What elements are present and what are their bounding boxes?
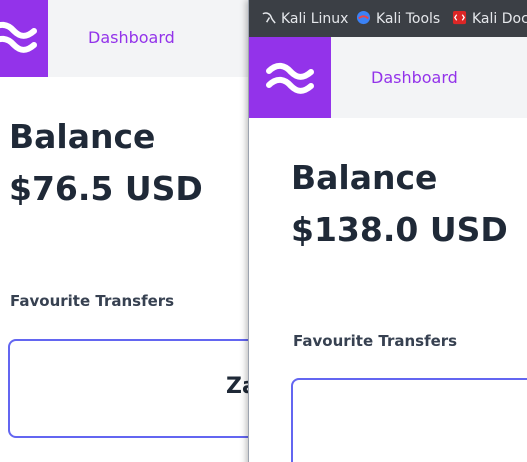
- bookmark-label: Kali Linux: [281, 11, 349, 27]
- kali-dragon-icon: [262, 12, 276, 24]
- favourite-transfer-card[interactable]: Za: [8, 339, 272, 438]
- favourite-transfers-heading: Favourite Transfers: [10, 292, 175, 310]
- nav-dashboard-link[interactable]: Dashboard: [371, 68, 458, 87]
- favourite-transfer-card[interactable]: [291, 378, 527, 462]
- bookmark-kali-tools[interactable]: Kali Tools: [356, 10, 440, 27]
- page-title: Balance: [9, 117, 156, 156]
- bookmark-kali-docs[interactable]: Kali Docs: [452, 10, 527, 27]
- bookmark-label: Kali Tools: [376, 11, 441, 27]
- favourite-transfers-heading: Favourite Transfers: [293, 332, 458, 350]
- bookmark-kali-linux[interactable]: Kali Linux: [261, 10, 348, 27]
- bookmark-label: Kali Docs: [472, 11, 527, 27]
- balance-amount: $138.0 USD: [291, 210, 508, 249]
- page-title: Balance: [291, 158, 438, 197]
- logo-tile[interactable]: [0, 0, 48, 77]
- logo-tile[interactable]: [249, 37, 331, 118]
- wind-logo-icon: [266, 62, 314, 94]
- kali-docs-icon: [452, 10, 467, 25]
- kali-tools-icon: [356, 10, 371, 25]
- nav-dashboard-link[interactable]: Dashboard: [88, 28, 175, 47]
- screen: Dashboard Balance $76.5 USD Favourite Tr…: [0, 0, 527, 462]
- balance-amount: $76.5 USD: [9, 169, 203, 208]
- bookmarks-bar: Kali Linux Kali Tools Kali Docs: [249, 0, 527, 37]
- wind-logo-icon: [0, 21, 37, 53]
- front-window: Kali Linux Kali Tools Kali Docs: [248, 0, 527, 462]
